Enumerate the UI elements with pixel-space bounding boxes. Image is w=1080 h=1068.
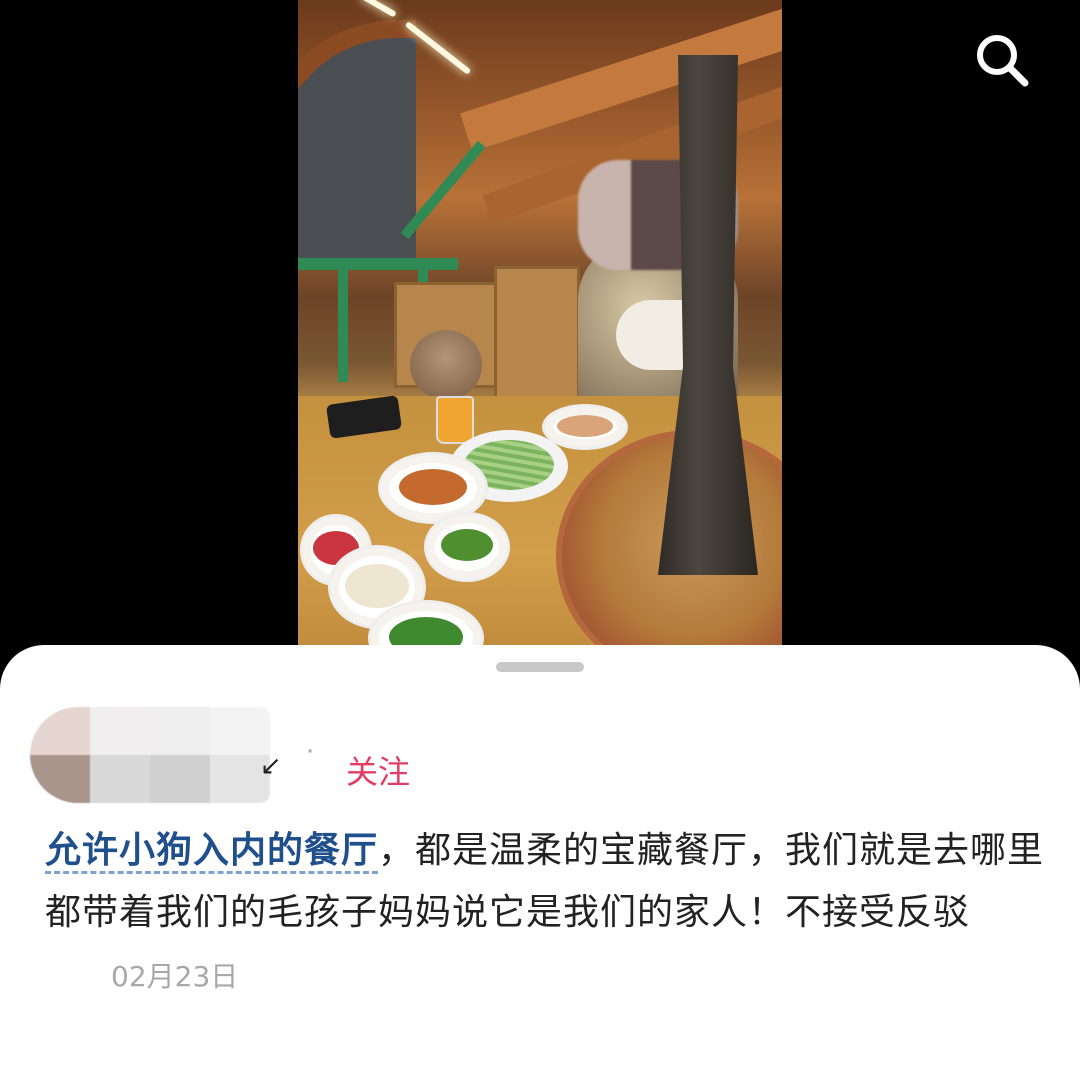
search-icon [977,35,1029,87]
shrimp-plate [542,404,628,450]
author-row: ↙ · 关注 [30,707,530,807]
herb-bowl [424,512,510,582]
green-railing [298,258,458,270]
post-content: 允许小狗入内的餐厅，都是温柔的宝藏餐厅，我们就是去哪里都带着我们的毛孩子妈妈说它… [45,820,1045,1008]
topic-link[interactable]: 允许小狗入内的餐厅 [45,830,379,874]
juice-glass [436,396,474,444]
author-name[interactable]: ↙ [260,751,282,781]
avatar[interactable] [30,707,270,803]
ceiling-light [359,0,397,18]
search-button[interactable] [970,28,1034,92]
separator-dot: · [306,737,315,767]
wall-arch [298,20,416,258]
sheet-drag-handle[interactable] [496,662,584,672]
post-photo[interactable] [298,0,782,660]
post-detail-sheet: ↙ · 关注 允许小狗入内的餐厅，都是温柔的宝藏餐厅，我们就是去哪里都带着我们的… [0,645,1080,1068]
wooden-chair [494,266,580,402]
dog [410,330,482,400]
green-railing [338,262,348,382]
post-date: 02月23日 [111,960,239,993]
follow-button[interactable]: 关注 [346,747,410,793]
